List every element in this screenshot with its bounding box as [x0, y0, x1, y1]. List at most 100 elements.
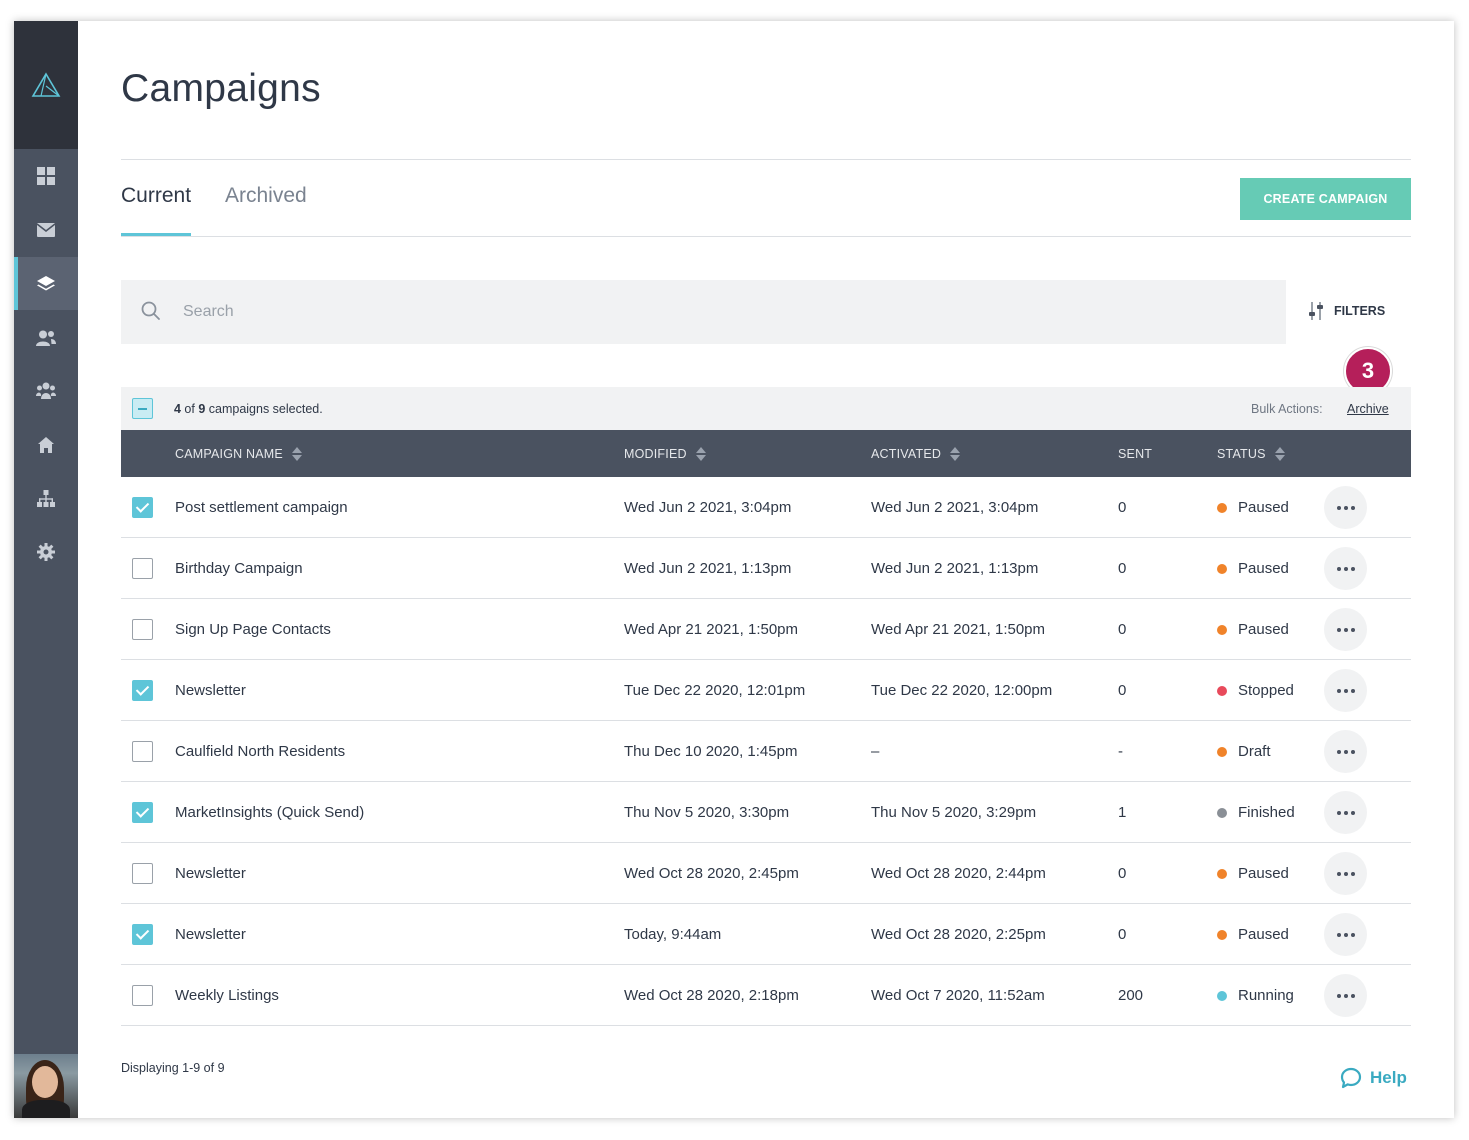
more-actions-button[interactable]	[1324, 608, 1367, 651]
table-row[interactable]: Sign Up Page Contacts Wed Apr 21 2021, 1:…	[121, 599, 1411, 660]
sidebar-item-groups[interactable]	[14, 364, 78, 417]
status-dot	[1217, 624, 1227, 635]
more-actions-button[interactable]	[1324, 486, 1367, 529]
envelope-icon	[37, 222, 55, 237]
modified-date: Thu Nov 5 2020, 3:30pm	[624, 804, 790, 821]
sort-icon	[291, 447, 302, 461]
more-actions-button[interactable]	[1324, 913, 1367, 956]
help-button[interactable]: Help	[1340, 1067, 1407, 1089]
sidebar-item-mail[interactable]	[14, 203, 78, 256]
campaign-name[interactable]: Post settlement campaign	[175, 499, 348, 516]
row-checkbox[interactable]	[132, 985, 153, 1006]
activated-date: Wed Apr 21 2021, 1:50pm	[871, 621, 1046, 638]
campaign-name[interactable]: Weekly Listings	[175, 987, 279, 1004]
modified-date: Wed Apr 21 2021, 1:50pm	[624, 621, 799, 638]
create-campaign-button[interactable]: CREATE CAMPAIGN	[1240, 178, 1411, 220]
campaign-name[interactable]: Birthday Campaign	[175, 560, 303, 577]
filters-button[interactable]: FILTERS	[1308, 302, 1385, 320]
row-checkbox[interactable]	[132, 741, 153, 762]
more-actions-button[interactable]	[1324, 852, 1367, 895]
chat-bubble-icon	[1340, 1067, 1362, 1089]
status: Paused	[1217, 865, 1289, 882]
more-actions-button[interactable]	[1324, 730, 1367, 773]
status-label: Finished	[1238, 804, 1295, 821]
sent-count: 0	[1118, 621, 1127, 638]
table-row[interactable]: MarketInsights (Quick Send) Thu Nov 5 202…	[121, 782, 1411, 843]
table-row[interactable]: Newsletter Tue Dec 22 2020, 12:01pm Tue De…	[121, 660, 1411, 721]
row-checkbox[interactable]	[132, 558, 153, 579]
help-label: Help	[1370, 1068, 1407, 1087]
sidebar-item-contacts[interactable]	[14, 311, 78, 364]
status-label: Paused	[1238, 865, 1289, 882]
header-activated[interactable]: ACTIVATED	[871, 447, 961, 461]
table-row[interactable]: Birthday Campaign Wed Jun 2 2021, 1:13pm W…	[121, 538, 1411, 599]
status-label: Draft	[1238, 743, 1271, 760]
table-row[interactable]: Newsletter Today, 9:44am Wed Oct 28 2020, …	[121, 904, 1411, 965]
row-checkbox[interactable]	[132, 497, 153, 518]
status-label: Paused	[1238, 926, 1289, 943]
sidebar-item-properties[interactable]	[14, 418, 78, 471]
sent-count: 0	[1118, 926, 1127, 943]
row-checkbox[interactable]	[132, 680, 153, 701]
header-status[interactable]: STATUS	[1217, 447, 1285, 461]
logo[interactable]	[14, 21, 78, 149]
status-dot	[1217, 563, 1227, 574]
ellipsis-icon	[1336, 810, 1341, 815]
more-actions-button[interactable]	[1324, 974, 1367, 1017]
ellipsis-icon	[1336, 749, 1341, 754]
row-checkbox[interactable]	[132, 924, 153, 945]
table-row[interactable]: Weekly Listings Wed Oct 28 2020, 2:18pm We…	[121, 965, 1411, 1026]
sort-icon	[695, 447, 706, 461]
groups-icon	[36, 382, 56, 399]
campaign-name[interactable]: Newsletter	[175, 926, 246, 943]
more-actions-button[interactable]	[1324, 547, 1367, 590]
home-icon	[38, 436, 54, 453]
sidebar-item-sitemap[interactable]	[14, 472, 78, 525]
search-input[interactable]	[183, 300, 1183, 324]
table-row[interactable]: Newsletter Wed Oct 28 2020, 2:45pm Wed Oct…	[121, 843, 1411, 904]
campaign-name[interactable]: Newsletter	[175, 682, 246, 699]
status: Stopped	[1217, 682, 1294, 699]
status-dot	[1217, 807, 1227, 818]
user-avatar[interactable]	[14, 1054, 78, 1118]
more-actions-button[interactable]	[1324, 791, 1367, 834]
row-checkbox[interactable]	[132, 619, 153, 640]
campaign-name[interactable]: Newsletter	[175, 865, 246, 882]
sidebar-item-campaigns[interactable]	[14, 257, 78, 310]
sidebar-item-dashboard[interactable]	[14, 149, 78, 202]
ellipsis-icon	[1336, 993, 1341, 998]
contacts-icon	[36, 330, 56, 346]
table-row[interactable]: Post settlement campaign Wed Jun 2 2021, …	[121, 477, 1411, 538]
sliders-icon	[1309, 302, 1323, 320]
status-label: Running	[1238, 987, 1294, 1004]
row-checkbox[interactable]	[132, 863, 153, 884]
status: Paused	[1217, 560, 1289, 577]
main-content: Campaigns Current Archived CREATE CAMPAI…	[78, 21, 1454, 1118]
header-modified[interactable]: MODIFIED	[624, 447, 706, 461]
campaign-name[interactable]: Sign Up Page Contacts	[175, 621, 331, 638]
campaign-name[interactable]: MarketInsights (Quick Send)	[175, 804, 364, 821]
sitemap-icon	[37, 489, 55, 507]
sidebar-item-settings[interactable]	[14, 525, 78, 578]
activated-date: Tue Dec 22 2020, 12:00pm	[871, 682, 1053, 699]
pagination-summary: Displaying 1-9 of 9	[121, 1061, 225, 1075]
modified-date: Today, 9:44am	[624, 926, 722, 943]
header-campaign-name[interactable]: CAMPAIGN NAME	[175, 447, 302, 461]
sent-count: 200	[1118, 987, 1144, 1004]
status: Paused	[1217, 499, 1289, 516]
status-dot	[1217, 685, 1227, 696]
tab-archived[interactable]: Archived	[225, 184, 307, 208]
archive-link[interactable]: Archive	[1347, 402, 1389, 416]
modified-date: Tue Dec 22 2020, 12:01pm	[624, 682, 806, 699]
row-checkbox[interactable]	[132, 802, 153, 823]
campaign-name[interactable]: Caulfield North Residents	[175, 743, 345, 760]
status-dot	[1217, 868, 1227, 879]
table-row[interactable]: Caulfield North Residents Thu Dec 10 2020…	[121, 721, 1411, 782]
status-label: Paused	[1238, 560, 1289, 577]
select-all-checkbox[interactable]	[132, 398, 153, 419]
tab-current[interactable]: Current	[121, 184, 191, 208]
more-actions-button[interactable]	[1324, 669, 1367, 712]
filters-label: FILTERS	[1334, 304, 1386, 318]
status: Finished	[1217, 804, 1295, 821]
modified-date: Wed Jun 2 2021, 3:04pm	[624, 499, 792, 516]
